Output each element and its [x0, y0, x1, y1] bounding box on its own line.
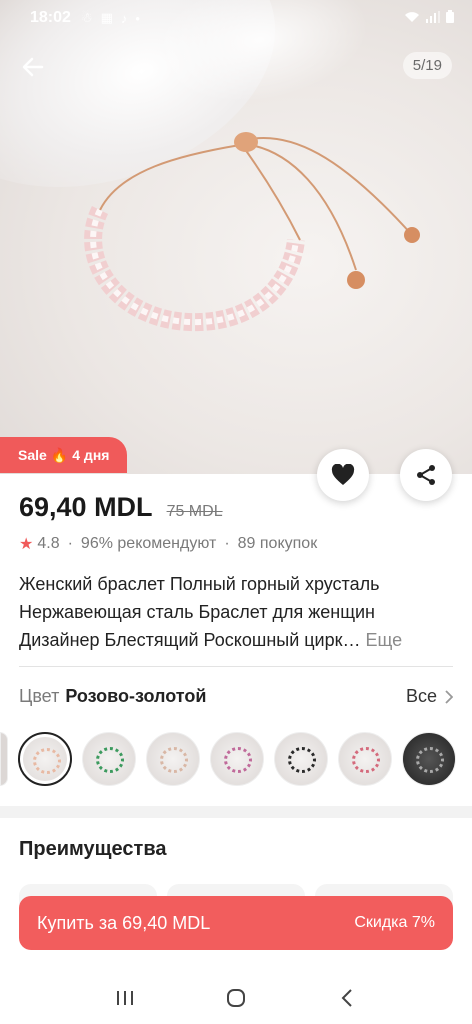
discount-label: Скидка 7%: [354, 914, 435, 931]
favorite-button[interactable]: [317, 449, 369, 501]
swatch-bracelet: [416, 747, 444, 773]
share-icon: [417, 465, 435, 485]
section-separator: [0, 806, 472, 818]
fire-icon: 🔥: [50, 446, 69, 463]
product-title[interactable]: Женский браслет Полный горный хрусталь Н…: [19, 570, 455, 654]
color-selector-header: Цвет Розово-золотой Все: [19, 686, 453, 707]
dot-icon: •: [135, 10, 140, 26]
home-icon: [226, 989, 245, 1007]
chevron-right-icon: [445, 689, 453, 704]
swatch-bracelet: [352, 747, 380, 773]
arrow-left-icon: [22, 57, 44, 77]
share-button[interactable]: [400, 449, 452, 501]
rating-value: 4.8: [37, 535, 60, 552]
product-image[interactable]: [0, 0, 472, 474]
app-icon: ♪: [120, 10, 128, 26]
status-time: 18:02: [30, 9, 71, 26]
advantages-title: Преимущества: [19, 838, 167, 860]
separator-dot: ·: [67, 535, 73, 552]
heart-icon: [331, 464, 355, 485]
notification-icon: ☃: [80, 10, 93, 25]
back-nav-button[interactable]: [327, 978, 367, 1018]
swatch-bracelet: [288, 747, 316, 773]
star-icon: ★: [19, 536, 34, 553]
title-line: Женский браслет Полный горный хрусталь: [19, 574, 380, 594]
recommend-text: 96% рекомендуют: [80, 535, 217, 552]
status-bar: 18:02 ☃ ▦ ♪ •: [0, 0, 472, 36]
divider: [19, 666, 453, 667]
color-value: Розово-золотой: [65, 686, 207, 706]
title-line-last: Дизайнер Блестящий Роскошный цирк… Еще: [19, 626, 455, 654]
all-colors-link[interactable]: Все: [406, 686, 453, 707]
swatch-bracelet: [224, 747, 252, 773]
all-colors-label: Все: [405, 686, 437, 706]
buy-button[interactable]: Купить за 69,40 MDL Скидка 7%: [19, 896, 453, 950]
color-swatch[interactable]: [210, 732, 264, 786]
recent-apps-button[interactable]: [105, 978, 145, 1018]
rating-row[interactable]: ★ 4.8 · 96% рекомендуют · 89 покупок: [19, 534, 317, 554]
chevron-left-icon: [341, 989, 352, 1007]
sale-label: Sale: [18, 447, 47, 463]
more-link[interactable]: Еще: [366, 630, 403, 650]
bracelet-image: [84, 132, 420, 332]
recent-apps-icon: [117, 991, 134, 1005]
wifi-icon: [404, 11, 420, 26]
back-button[interactable]: [18, 52, 48, 82]
color-swatch[interactable]: [338, 732, 392, 786]
battery-icon: [446, 10, 454, 26]
signal-icon: [426, 10, 440, 26]
home-button[interactable]: [216, 978, 256, 1018]
title-line-text: Дизайнер Блестящий Роскошный цирк…: [19, 630, 361, 650]
buy-label: Купить за 69,40 MDL: [37, 912, 211, 933]
swatch-bracelet: [160, 747, 188, 773]
color-swatch[interactable]: [402, 732, 456, 786]
separator-dot: ·: [224, 535, 230, 552]
title-line: Нержавеющая сталь Браслет для женщин: [19, 602, 375, 622]
color-swatch[interactable]: [274, 732, 328, 786]
current-price: 69,40 MDL: [19, 492, 153, 522]
old-price: 75 MDL: [166, 503, 223, 520]
price-row: 69,40 MDL 75 MDL: [19, 492, 223, 523]
image-counter: 5/19: [402, 52, 452, 79]
color-swatch-selected[interactable]: [18, 732, 72, 786]
color-swatches: [0, 732, 472, 788]
swatch-bracelet: [96, 747, 124, 773]
color-label: Цвет: [19, 686, 60, 706]
purchases-count: 89 покупок: [237, 535, 318, 552]
color-swatch[interactable]: [0, 732, 8, 786]
system-nav-bar: [0, 972, 472, 1024]
sale-badge: Sale 🔥 4 дня: [0, 437, 128, 473]
color-swatch[interactable]: [146, 732, 200, 786]
qr-icon: ▦: [100, 10, 113, 25]
sale-days: 4 дня: [72, 447, 110, 463]
color-swatch[interactable]: [82, 732, 136, 786]
swatch-bracelet: [33, 748, 61, 774]
